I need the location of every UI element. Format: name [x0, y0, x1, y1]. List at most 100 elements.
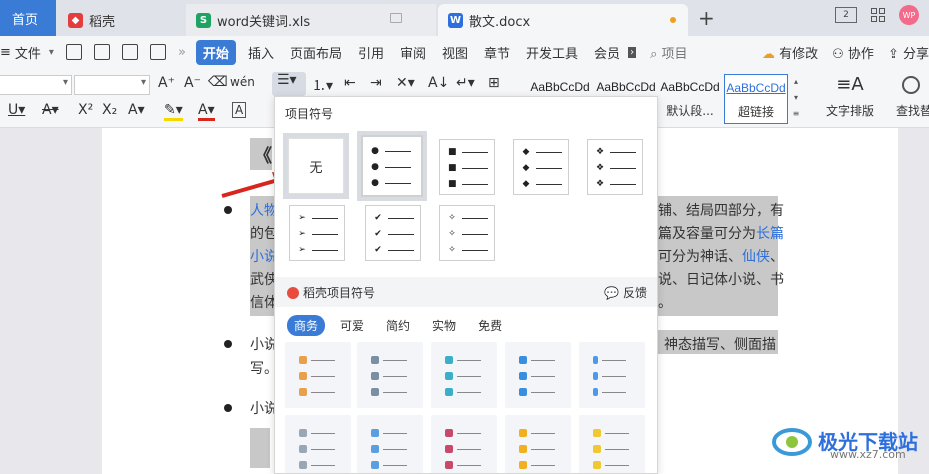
text-layout-button[interactable]: ≡A 文字排版: [818, 74, 882, 119]
hamburger-icon[interactable]: ≡: [0, 45, 13, 60]
bullet-option-arrow[interactable]: ➢ ➢ ➢: [289, 205, 345, 261]
bullet-none-option[interactable]: 无: [283, 133, 349, 199]
tab-doc[interactable]: W 散文.docx: [438, 4, 688, 36]
bullet-option-check[interactable]: ✔ ✔ ✔: [365, 205, 421, 261]
find-replace-button[interactable]: 查找替: [896, 74, 929, 119]
chevron-down-icon[interactable]: ▾: [49, 47, 54, 58]
char-border-icon[interactable]: A: [232, 102, 247, 118]
style-item-hyperlink[interactable]: AaBbCcDd 超链接: [724, 74, 788, 124]
text-block-highlight-3: [250, 428, 270, 468]
bullet-template[interactable]: [285, 342, 351, 408]
indent-icon[interactable]: ⇥: [370, 75, 382, 91]
doc-link[interactable]: 仙侠: [742, 249, 770, 265]
clear-format-icon[interactable]: ⌫: [208, 74, 228, 90]
search-box[interactable]: ⌕ 项目: [650, 43, 687, 62]
feedback-button[interactable]: 💬 反馈: [604, 284, 647, 301]
sort-icon[interactable]: A↓: [428, 75, 449, 91]
table-border-icon[interactable]: ⊞: [488, 75, 500, 91]
new-tab-button[interactable]: +: [698, 6, 715, 30]
menu-member[interactable]: 会员: [586, 43, 628, 62]
bullet-template[interactable]: [505, 415, 571, 473]
outdent-icon[interactable]: ⇤: [344, 75, 356, 91]
search-icon: ⌕: [650, 46, 662, 62]
scroll-right-icon[interactable]: ›: [628, 46, 637, 58]
doc-text: 可分为神话、: [658, 249, 742, 265]
category-business[interactable]: 商务: [287, 315, 326, 336]
daoke-logo-icon: [287, 286, 299, 299]
text-direction-icon[interactable]: ✕▾: [396, 75, 415, 91]
menu-insert[interactable]: 插入: [240, 43, 282, 62]
save-icon[interactable]: [65, 44, 82, 60]
strikethrough-icon[interactable]: A▾: [42, 102, 59, 118]
tab-daoke[interactable]: ◆ 稻壳: [58, 4, 184, 36]
menu-file[interactable]: 文件: [13, 43, 49, 62]
paragraph-mark-icon[interactable]: ↵▾: [456, 75, 475, 91]
share-icon: ⇪: [887, 46, 899, 62]
bullet-option-four-diamond[interactable]: ❖ ❖ ❖: [587, 139, 643, 195]
category-simple[interactable]: 简约: [379, 315, 417, 336]
category-free[interactable]: 免费: [471, 315, 509, 336]
menu-dev-tools[interactable]: 开发工具: [518, 43, 586, 62]
menu-view[interactable]: 视图: [434, 43, 476, 62]
share-label: 分享: [902, 46, 929, 62]
print-icon[interactable]: [121, 44, 138, 60]
superscript-icon[interactable]: X²: [78, 102, 93, 118]
text-effect-icon[interactable]: A▾: [128, 102, 145, 118]
tab-home[interactable]: 首页: [0, 0, 56, 36]
bullet-template[interactable]: [505, 342, 571, 408]
phonetic-icon[interactable]: wén: [230, 75, 255, 89]
bullet-option-dot[interactable]: ● ● ●: [357, 131, 427, 201]
underline-icon[interactable]: U▾: [8, 102, 25, 118]
daoke-section-title: 稻壳项目符号: [287, 284, 375, 301]
doc-link[interactable]: 长篇: [756, 226, 784, 242]
category-object[interactable]: 实物: [425, 315, 463, 336]
category-cute[interactable]: 可爱: [333, 315, 371, 336]
styles-scroll[interactable]: ▴ ▾ ≡: [790, 74, 802, 124]
share-button[interactable]: ⇪ 分享: [888, 43, 929, 62]
export-pdf-icon[interactable]: [93, 44, 110, 60]
cloud-icon: ☁: [761, 46, 775, 62]
title-bracket: 《: [254, 146, 272, 167]
style-item[interactable]: AaBbCcDd 默认段...: [658, 74, 722, 124]
shrink-font-icon[interactable]: A⁻: [184, 75, 201, 91]
doc-line-6-end: 神态描写、侧面描: [664, 337, 776, 353]
spreadsheet-icon: S: [196, 12, 211, 28]
menu-review[interactable]: 审阅: [392, 43, 434, 62]
menu-start[interactable]: 开始: [195, 39, 236, 65]
bullet-option-star[interactable]: ✧ ✧ ✧: [439, 205, 495, 261]
find-label: 查找替: [896, 104, 929, 118]
menu-chapter[interactable]: 章节: [476, 43, 518, 62]
bullet-template[interactable]: [579, 415, 645, 473]
bullet-option-square[interactable]: ■ ■ ■: [439, 139, 495, 195]
menu-references[interactable]: 引用: [350, 43, 392, 62]
bullet-template[interactable]: [285, 415, 351, 473]
collab-button[interactable]: ⚇ 协作: [832, 43, 874, 62]
tab-xls[interactable]: S word关键词.xls: [186, 4, 436, 36]
apps-grid-icon[interactable]: [871, 8, 885, 22]
font-name-dropdown[interactable]: [0, 75, 72, 95]
font-color-icon[interactable]: A▾: [198, 102, 215, 121]
bullet-template[interactable]: [431, 415, 497, 473]
numbered-list-icon[interactable]: ⒈▾: [312, 75, 333, 95]
more-icon[interactable]: »: [178, 45, 186, 60]
grow-font-icon[interactable]: A⁺: [158, 75, 175, 91]
font-size-dropdown[interactable]: [74, 75, 150, 95]
menu-page-layout[interactable]: 页面布局: [282, 43, 350, 62]
bullet-template[interactable]: [579, 342, 645, 408]
tab-daoke-label: 稻壳: [89, 14, 116, 30]
subscript-icon[interactable]: X₂: [102, 102, 117, 118]
menu-right: ☁ 有修改 ⚇ 协作 ⇪ 分享: [762, 36, 929, 68]
print-preview-icon[interactable]: [149, 44, 166, 60]
check-bullet-icon: ✔: [374, 213, 382, 223]
monitor-icon[interactable]: [390, 13, 402, 23]
has-changes-button[interactable]: ☁ 有修改: [762, 43, 818, 62]
highlight-icon[interactable]: ✎▾: [164, 102, 183, 121]
daoke-icon: ◆: [68, 12, 83, 28]
avatar[interactable]: WP: [899, 5, 919, 25]
bullet-list-button[interactable]: ☰▾: [272, 72, 306, 96]
bullet-template[interactable]: [357, 415, 423, 473]
bullet-template[interactable]: [431, 342, 497, 408]
bullet-option-diamond[interactable]: ◆ ◆ ◆: [513, 139, 569, 195]
window-layout-button[interactable]: 2: [835, 7, 857, 23]
bullet-template[interactable]: [357, 342, 423, 408]
